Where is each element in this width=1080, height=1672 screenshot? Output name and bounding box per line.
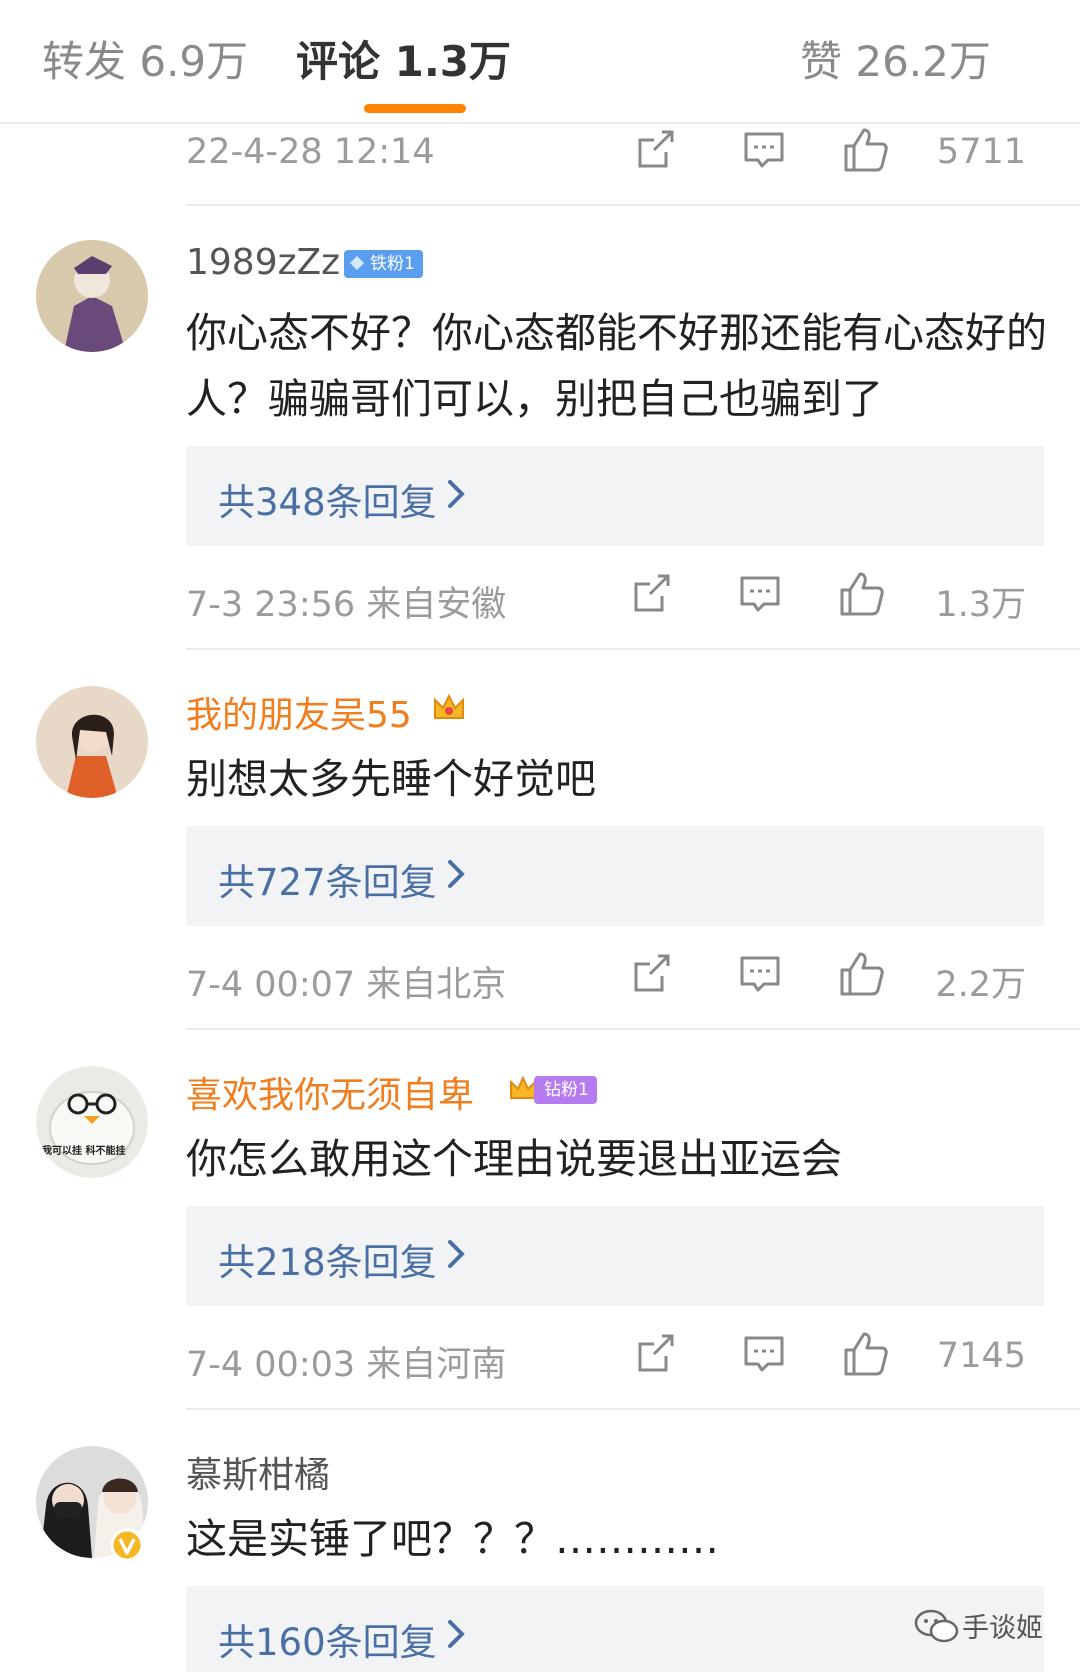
chevron-right-icon (436, 854, 476, 894)
comment-time: 22-4-28 12:14 (186, 132, 435, 172)
wechat-logo-icon (914, 1609, 959, 1643)
divider (186, 1028, 1080, 1030)
comment-time: 7-4 00:03 来自河南 (186, 1345, 507, 1385)
like-icon[interactable] (842, 126, 890, 174)
share-icon[interactable] (632, 126, 680, 174)
comment-meta: 7-4 00:03 来自河南 7145 (186, 1330, 1046, 1390)
comment-text: 你心态不好？你心态都能不好那还能有心态好的人？骗骗哥们可以，别把自己也骗到了 (186, 309, 1047, 423)
avatar[interactable]: 我可以挂 科不能挂 (36, 1066, 148, 1178)
comment-icon[interactable] (736, 570, 784, 618)
comment-meta: 7-4 00:07 来自北京 2.2万 (186, 950, 1046, 1010)
comment-icon[interactable] (740, 126, 788, 174)
comment-tabs: 转发 6.9万 评论 1.3万 赞 26.2万 (0, 0, 1080, 124)
like-count: 7145 (936, 1336, 1026, 1376)
comment-time: 7-4 00:07 来自北京 (186, 965, 507, 1005)
share-icon[interactable] (628, 570, 676, 618)
avatar[interactable] (36, 686, 148, 798)
avatar[interactable] (36, 240, 148, 352)
reply-count: 共348条回复 (218, 481, 437, 524)
comment-time: 7-3 23:56 来自安徽 (186, 585, 507, 625)
tab-repost[interactable]: 转发 6.9万 (42, 28, 248, 89)
comment-icon[interactable] (740, 1330, 788, 1378)
divider (186, 1408, 1080, 1410)
like-icon[interactable] (842, 1330, 890, 1378)
active-tab-indicator (364, 104, 466, 113)
share-icon[interactable] (628, 950, 676, 998)
like-icon[interactable] (838, 950, 886, 998)
username[interactable]: 1989zZz (186, 242, 340, 283)
fan-badge: 钻粉1 (534, 1076, 597, 1104)
divider (186, 648, 1080, 650)
chevron-right-icon (436, 1234, 476, 1274)
like-count: 1.3万 (935, 585, 1026, 625)
reply-count: 共218条回复 (218, 1241, 437, 1284)
username[interactable]: 慕斯柑橘 (186, 1446, 330, 1498)
watermark: 手谈姬 (962, 1613, 1043, 1644)
verified-icon (110, 1528, 144, 1562)
like-count: 5711 (936, 132, 1026, 172)
comment-text: 别想太多先睡个好觉吧 (186, 755, 596, 803)
like-count: 2.2万 (935, 965, 1026, 1005)
comment-meta: 7-3 23:56 来自安徽 1.3万 (186, 570, 1046, 630)
crown-icon (434, 693, 464, 719)
divider (186, 204, 1080, 206)
comment-icon[interactable] (736, 950, 784, 998)
comment-text: 这是实锤了吧？？？………… (186, 1515, 719, 1563)
chevron-right-icon (436, 1614, 476, 1654)
diamond-icon (350, 256, 364, 270)
tab-likes[interactable]: 赞 26.2万 (800, 28, 991, 89)
reply-thread-button[interactable]: 共348条回复 (186, 446, 1044, 546)
chevron-right-icon (436, 474, 476, 514)
username[interactable]: 我的朋友吴55 (186, 686, 412, 738)
reply-count: 共160条回复 (218, 1621, 437, 1664)
avatar-caption: 我可以挂 科不能挂 (42, 1146, 126, 1157)
reply-count: 共727条回复 (218, 861, 437, 904)
top-comment-meta: 22-4-28 12:14 5711 (186, 126, 1046, 186)
reply-thread-button[interactable]: 共218条回复 (186, 1206, 1044, 1306)
tab-comment[interactable]: 评论 1.3万 (296, 28, 511, 89)
username[interactable]: 喜欢我你无须自卑 (186, 1066, 474, 1118)
share-icon[interactable] (632, 1330, 680, 1378)
fan-badge: 铁粉1 (344, 250, 423, 278)
comment-text: 你怎么敢用这个理由说要退出亚运会 (186, 1135, 842, 1183)
like-icon[interactable] (838, 570, 886, 618)
reply-thread-button[interactable]: 共727条回复 (186, 826, 1044, 926)
